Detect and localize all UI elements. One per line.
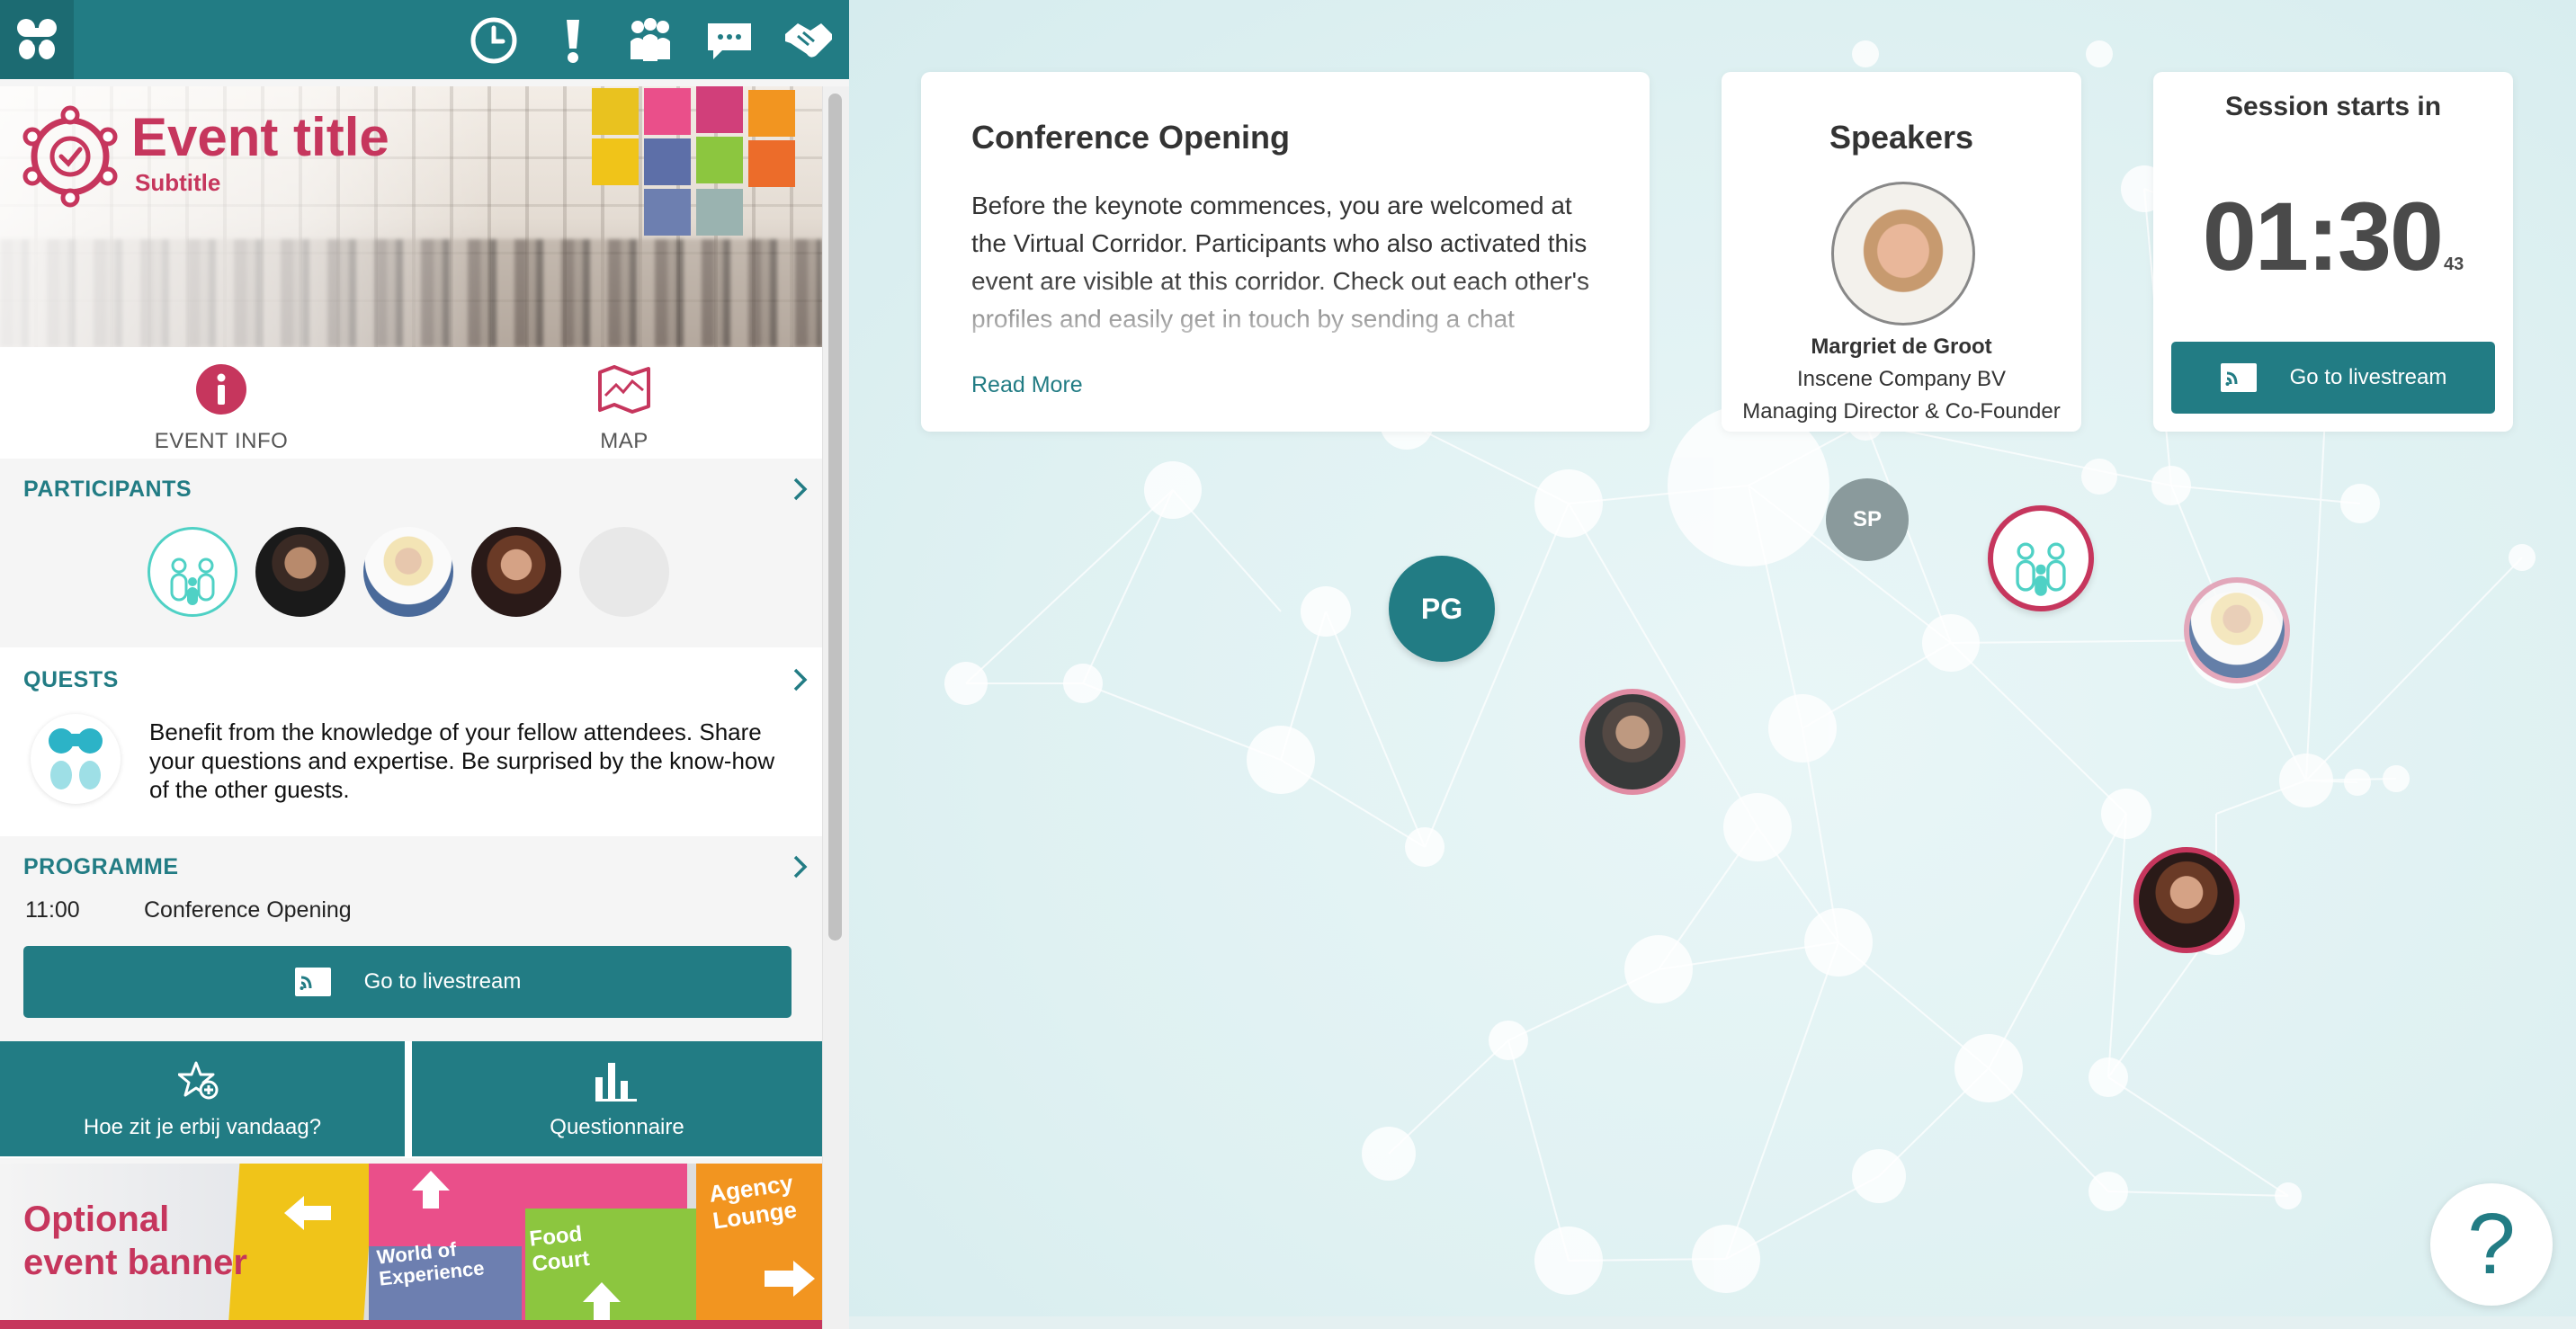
app-logo-icon xyxy=(17,19,57,59)
tile-questionnaire[interactable]: Questionnaire xyxy=(412,1041,822,1156)
hero-signage xyxy=(592,86,822,266)
star-plus-icon xyxy=(178,1061,219,1100)
livestream-label: Go to livestream xyxy=(2289,365,2447,389)
tile-questionnaire-label: Questionnaire xyxy=(550,1115,684,1139)
programme-item-time: 11:00 xyxy=(25,897,80,923)
session-countdown-card: Session starts in 01:30 43 Go to livestre… xyxy=(2153,72,2513,432)
connections-button[interactable] xyxy=(779,11,838,70)
tile-mood-check[interactable]: Hoe zit je erbij vandaag? xyxy=(0,1041,405,1156)
clock-icon xyxy=(470,17,517,64)
tab-event-info[interactable]: EVENT INFO xyxy=(113,363,329,454)
countdown-title: Session starts in xyxy=(2224,92,2442,121)
quests-section: QUESTS Benefit from the knowledge of you… xyxy=(0,647,822,836)
participant-avatar[interactable] xyxy=(471,527,561,617)
chevron-right-icon[interactable] xyxy=(792,667,809,692)
corridor-participant[interactable] xyxy=(2184,577,2290,683)
bar-chart-icon xyxy=(595,1063,637,1102)
sidebar-panel: Event title Subtitle EVENT INFO MAP PART… xyxy=(0,0,849,1329)
speakers-card: Speakers Margriet de Groot Inscene Compa… xyxy=(1722,72,2081,432)
alerts-button[interactable] xyxy=(543,11,603,70)
chevron-right-icon[interactable] xyxy=(792,854,809,879)
corridor-participant-pg[interactable]: PG xyxy=(1389,556,1495,662)
info-icon xyxy=(196,364,246,415)
event-title: Event title xyxy=(131,107,389,167)
livestream-label: Go to livestream xyxy=(363,969,522,994)
arrow-left-icon xyxy=(284,1196,331,1230)
read-more-link[interactable]: Read More xyxy=(971,372,1083,398)
corridor-participant-group[interactable] xyxy=(1988,505,2094,611)
participants-button[interactable] xyxy=(621,11,680,70)
tab-map-label: MAP xyxy=(600,429,648,453)
participant-avatar[interactable] xyxy=(363,527,453,617)
countdown-timer: 01:30 43 xyxy=(2153,180,2513,292)
virtual-corridor: Conference Opening Before the keynote co… xyxy=(849,0,2576,1329)
event-banner[interactable]: World of Experience Food Court Agency Lo… xyxy=(0,1164,822,1329)
arrow-right-icon xyxy=(765,1261,815,1297)
participants-section: PARTICIPANTS xyxy=(0,459,822,647)
people-group-icon xyxy=(170,557,215,605)
speaker-avatar[interactable] xyxy=(1831,182,1975,326)
cast-icon xyxy=(294,968,331,996)
programme-section: PROGRAMME 11:00 Conference Opening Go to… xyxy=(0,836,822,1041)
participant-avatar-placeholder xyxy=(579,527,669,617)
quests-logo xyxy=(31,714,121,804)
countdown-seconds: 43 xyxy=(2443,254,2464,274)
conference-description: Before the keynote commences, you are we… xyxy=(971,192,1590,347)
alert-icon xyxy=(567,20,579,63)
banner-sign: Food Court xyxy=(528,1221,591,1277)
conference-title: Conference Opening xyxy=(971,119,1291,156)
programme-title[interactable]: PROGRAMME xyxy=(23,854,179,880)
people-icon xyxy=(631,18,670,61)
schedule-button[interactable] xyxy=(464,11,523,70)
speaker-company: Inscene Company BV xyxy=(1796,367,2007,391)
participant-avatar[interactable] xyxy=(255,527,345,617)
banner-title-line: event banner xyxy=(23,1243,247,1282)
go-to-livestream-button[interactable]: Go to livestream xyxy=(23,946,792,1018)
cast-icon xyxy=(2220,363,2257,392)
people-group-icon xyxy=(2016,542,2066,596)
programme-item-name[interactable]: Conference Opening xyxy=(144,897,352,923)
action-tiles: Hoe zit je erbij vandaag? Questionnaire xyxy=(0,1041,822,1158)
arrow-up-icon xyxy=(412,1171,450,1209)
tab-event-info-label: EVENT INFO xyxy=(154,429,289,453)
banner-title: Optional event banner xyxy=(23,1198,247,1284)
tab-map[interactable]: MAP xyxy=(516,363,732,454)
corridor-participant[interactable] xyxy=(2133,847,2240,953)
go-to-livestream-button[interactable]: Go to livestream xyxy=(2171,342,2495,414)
handshake-icon xyxy=(785,23,832,58)
event-logo-icon xyxy=(22,105,118,208)
quests-title[interactable]: QUESTS xyxy=(23,667,119,693)
speakers-title: Speakers xyxy=(1829,119,1974,156)
speaker-name: Margriet de Groot xyxy=(1811,334,1992,359)
participant-avatar-group[interactable] xyxy=(148,527,237,617)
help-button[interactable]: ? xyxy=(2430,1183,2553,1306)
banner-sign: World of Experience xyxy=(375,1237,486,1290)
event-hero-image: Event title Subtitle xyxy=(0,86,822,347)
event-subtitle: Subtitle xyxy=(135,169,221,196)
home-button[interactable] xyxy=(0,0,74,79)
corridor-participant[interactable] xyxy=(1579,689,1686,795)
conference-card: Conference Opening Before the keynote co… xyxy=(921,72,1650,432)
countdown-main: 01:30 xyxy=(2202,182,2444,290)
quests-description: Benefit from the knowledge of your fello… xyxy=(149,718,775,803)
speaker-role: Managing Director & Co-Founder xyxy=(1742,399,2061,424)
quests-logo-icon xyxy=(49,728,103,789)
bottom-strip xyxy=(849,1316,2576,1329)
participants-title[interactable]: PARTICIPANTS xyxy=(23,477,192,503)
map-icon xyxy=(598,365,650,414)
banner-accent-bar xyxy=(0,1320,822,1329)
tile-mood-check-label: Hoe zit je erbij vandaag? xyxy=(83,1115,322,1139)
info-tabs: EVENT INFO MAP xyxy=(0,347,822,459)
corridor-participant-sp[interactable]: SP xyxy=(1826,478,1909,561)
sidebar-scrollbar-thumb[interactable] xyxy=(828,94,842,941)
top-navigation-bar xyxy=(0,0,849,79)
chevron-right-icon[interactable] xyxy=(792,477,809,502)
chat-button[interactable] xyxy=(700,11,759,70)
banner-title-line: Optional xyxy=(23,1200,170,1239)
chat-icon xyxy=(708,23,751,59)
